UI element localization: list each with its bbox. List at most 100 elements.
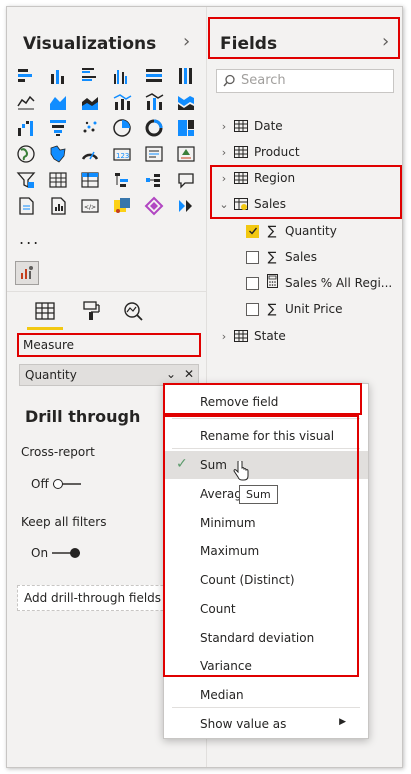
table-row-region[interactable]: › Region	[208, 166, 402, 190]
fields-title: Fields	[220, 34, 278, 54]
100-stacked-bar-chart-icon[interactable]	[143, 65, 165, 87]
filled-map-icon[interactable]	[47, 143, 69, 165]
clustered-column-chart-icon[interactable]	[111, 65, 133, 87]
sigma-icon: ∑	[267, 301, 277, 317]
stacked-column-chart-icon[interactable]	[47, 65, 69, 87]
field-label: Sales	[285, 250, 317, 264]
checkbox[interactable]	[246, 302, 259, 316]
analytics-tab-icon[interactable]	[119, 297, 147, 325]
key-influencers-icon[interactable]	[175, 169, 197, 191]
format-tab-icon[interactable]	[77, 297, 105, 325]
menu-item-standard-deviation[interactable]: Standard deviation	[164, 624, 368, 652]
smart-narrative-icon[interactable]	[175, 195, 197, 217]
line-stacked-column-icon[interactable]	[143, 91, 165, 113]
area-chart-icon[interactable]	[47, 91, 69, 113]
cross-report-label: Cross-report	[21, 445, 95, 459]
collapse-fields-chevron-icon[interactable]: ›	[382, 31, 389, 52]
matrix-icon[interactable]	[79, 169, 101, 191]
keep-all-filters-label: Keep all filters	[21, 515, 107, 529]
visualizations-title: Visualizations	[23, 34, 157, 54]
custom-visual-icon[interactable]	[15, 261, 39, 285]
menu-item-maximum[interactable]: Maximum	[164, 537, 368, 565]
power-apps-icon[interactable]	[111, 195, 133, 217]
menu-item-count-distinct[interactable]: Count (Distinct)	[164, 566, 368, 594]
tooltip: Sum	[239, 485, 278, 504]
r-script-icon[interactable]	[111, 169, 133, 191]
hand-cursor-icon	[233, 459, 249, 485]
more-visuals-icon[interactable]: ...	[19, 229, 40, 248]
field-row-unit-price[interactable]: ∑ Unit Price	[246, 297, 402, 321]
donut-chart-icon[interactable]	[143, 117, 165, 139]
app-frame: Visualizations › 123 </> ... Measure Quan…	[6, 6, 403, 768]
menu-item-rename[interactable]: Rename for this visual	[164, 422, 368, 450]
field-label: Sales % All Regi...	[285, 276, 393, 290]
collapse-visualizations-chevron-icon[interactable]: ›	[183, 31, 190, 52]
table-row-date[interactable]: › Date	[208, 114, 402, 138]
slicer-icon[interactable]	[15, 169, 37, 191]
menu-item-label: Sum	[200, 458, 227, 472]
paginated-report-icon[interactable]: </>	[79, 195, 101, 217]
map-icon[interactable]	[15, 143, 37, 165]
table-label: Region	[254, 171, 296, 185]
chevron-right-icon: ›	[221, 329, 227, 343]
decomposition-tree-icon[interactable]	[15, 195, 37, 217]
menu-separator	[172, 418, 360, 419]
remove-field-x-icon[interactable]: ✕	[184, 367, 194, 381]
fields-tab-icon[interactable]	[31, 297, 59, 325]
menu-item-minimum[interactable]: Minimum	[164, 509, 368, 537]
field-row-sales-percent[interactable]: Sales % All Regi...	[246, 271, 402, 295]
table-label: Product	[254, 145, 300, 159]
stacked-bar-chart-icon[interactable]	[15, 65, 37, 87]
cross-report-toggle[interactable]: Off	[31, 477, 81, 491]
treemap-icon[interactable]	[175, 117, 197, 139]
menu-item-variance[interactable]: Variance	[164, 652, 368, 680]
gauge-icon[interactable]	[79, 143, 101, 165]
ribbon-chart-icon[interactable]	[175, 91, 197, 113]
multi-row-card-icon[interactable]	[143, 143, 165, 165]
checkbox-checked[interactable]	[246, 224, 259, 238]
clustered-bar-chart-icon[interactable]	[79, 65, 101, 87]
menu-item-median[interactable]: Median	[164, 681, 368, 709]
visual-gallery: 123 </>	[15, 65, 197, 221]
scatter-chart-icon[interactable]	[79, 117, 101, 139]
waterfall-chart-icon[interactable]	[15, 117, 37, 139]
cross-report-state: Off	[31, 477, 49, 491]
field-row-sales[interactable]: ∑ Sales	[246, 245, 402, 269]
table-icon[interactable]	[47, 169, 69, 191]
python-visual-icon[interactable]	[143, 169, 165, 191]
well-dropdown-chevron-icon[interactable]: ⌄	[166, 367, 176, 381]
measure-well-label: Measure	[23, 338, 74, 352]
menu-item-count[interactable]: Count	[164, 595, 368, 623]
qa-icon[interactable]	[47, 195, 69, 217]
line-chart-icon[interactable]	[15, 91, 37, 113]
power-automate-icon[interactable]	[143, 195, 165, 217]
checkbox[interactable]	[246, 276, 259, 290]
checkbox[interactable]	[246, 250, 259, 264]
keep-all-filters-state: On	[31, 546, 49, 560]
active-tab-indicator	[27, 327, 63, 330]
table-icon	[234, 146, 248, 158]
menu-item-show-value-as[interactable]: Show value as ▶	[164, 710, 368, 738]
kpi-icon[interactable]	[175, 143, 197, 165]
chevron-right-icon: ›	[221, 145, 227, 159]
100-stacked-column-chart-icon[interactable]	[175, 65, 197, 87]
table-label: State	[254, 329, 286, 343]
checkmark-icon: ✓	[176, 456, 188, 472]
field-row-quantity[interactable]: ∑ Quantity	[246, 219, 402, 243]
funnel-chart-icon[interactable]	[47, 117, 69, 139]
line-clustered-column-icon[interactable]	[111, 91, 133, 113]
pie-chart-icon[interactable]	[111, 117, 133, 139]
stacked-area-chart-icon[interactable]	[79, 91, 101, 113]
card-icon[interactable]: 123	[111, 143, 133, 165]
table-row-state[interactable]: › State	[208, 324, 402, 348]
fields-search-input[interactable]: Search	[216, 69, 394, 93]
keep-all-filters-toggle[interactable]: On	[31, 546, 81, 560]
svg-text:123: 123	[116, 152, 129, 160]
table-row-product[interactable]: › Product	[208, 140, 402, 164]
search-placeholder: Search	[241, 73, 286, 88]
table-with-check-icon	[234, 198, 248, 210]
menu-item-sum[interactable]: ✓ Sum	[164, 451, 368, 479]
table-row-sales[interactable]: ⌄ Sales	[208, 192, 402, 216]
menu-item-label: Show value as	[200, 717, 287, 731]
menu-item-remove-field[interactable]: Remove field	[164, 388, 368, 416]
